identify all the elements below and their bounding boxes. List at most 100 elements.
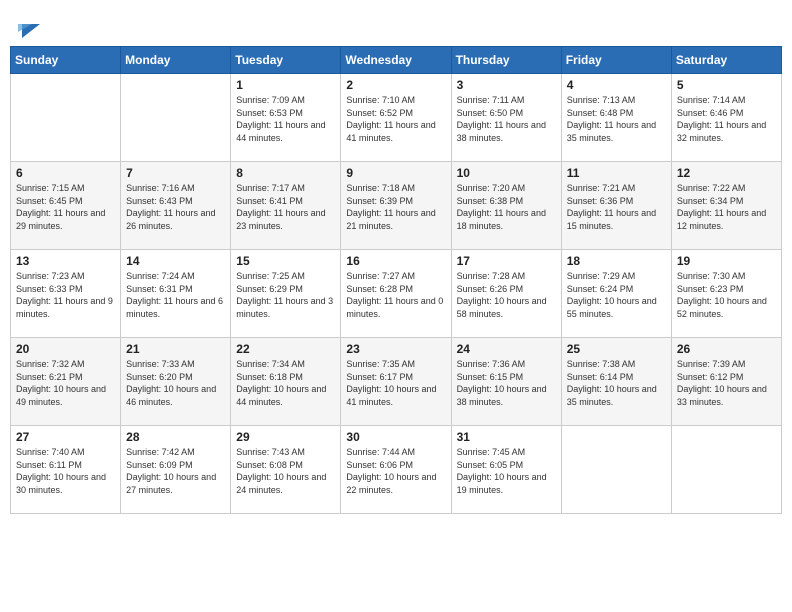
- day-detail: Sunrise: 7:25 AMSunset: 6:29 PMDaylight:…: [236, 270, 335, 320]
- calendar-cell: 7 Sunrise: 7:16 AMSunset: 6:43 PMDaylight…: [121, 162, 231, 250]
- day-detail: Sunrise: 7:09 AMSunset: 6:53 PMDaylight:…: [236, 94, 335, 144]
- day-number: 23: [346, 342, 445, 356]
- calendar-cell: 4 Sunrise: 7:13 AMSunset: 6:48 PMDaylight…: [561, 74, 671, 162]
- day-number: 15: [236, 254, 335, 268]
- calendar-cell: 15 Sunrise: 7:25 AMSunset: 6:29 PMDayligh…: [231, 250, 341, 338]
- calendar-cell: 22 Sunrise: 7:34 AMSunset: 6:18 PMDayligh…: [231, 338, 341, 426]
- weekday-header-row: SundayMondayTuesdayWednesdayThursdayFrid…: [11, 47, 782, 74]
- calendar-cell: 10 Sunrise: 7:20 AMSunset: 6:38 PMDayligh…: [451, 162, 561, 250]
- day-number: 17: [457, 254, 556, 268]
- day-number: 29: [236, 430, 335, 444]
- calendar-cell: 8 Sunrise: 7:17 AMSunset: 6:41 PMDaylight…: [231, 162, 341, 250]
- day-number: 18: [567, 254, 666, 268]
- calendar-cell: 1Sunrise: 7:09 AMSunset: 6:53 PMDaylight…: [231, 74, 341, 162]
- calendar-cell: 2 Sunrise: 7:10 AMSunset: 6:52 PMDaylight…: [341, 74, 451, 162]
- day-detail: Sunrise: 7:32 AMSunset: 6:21 PMDaylight:…: [16, 358, 115, 408]
- calendar-cell: 24 Sunrise: 7:36 AMSunset: 6:15 PMDayligh…: [451, 338, 561, 426]
- day-number: 5: [677, 78, 776, 92]
- calendar-week-row: 1Sunrise: 7:09 AMSunset: 6:53 PMDaylight…: [11, 74, 782, 162]
- day-detail: Sunrise: 7:20 AMSunset: 6:38 PMDaylight:…: [457, 182, 556, 232]
- calendar-cell: [11, 74, 121, 162]
- calendar-cell: 28 Sunrise: 7:42 AMSunset: 6:09 PMDayligh…: [121, 426, 231, 514]
- calendar-table: SundayMondayTuesdayWednesdayThursdayFrid…: [10, 46, 782, 514]
- calendar-cell: 16Sunrise: 7:27 AMSunset: 6:28 PMDayligh…: [341, 250, 451, 338]
- calendar-cell: [561, 426, 671, 514]
- day-number: 25: [567, 342, 666, 356]
- logo-icon: [18, 10, 40, 38]
- calendar-cell: 5 Sunrise: 7:14 AMSunset: 6:46 PMDaylight…: [671, 74, 781, 162]
- day-number: 3: [457, 78, 556, 92]
- day-detail: Sunrise: 7:36 AMSunset: 6:15 PMDaylight:…: [457, 358, 556, 408]
- calendar-week-row: 6Sunrise: 7:15 AMSunset: 6:45 PMDaylight…: [11, 162, 782, 250]
- day-detail: Sunrise: 7:15 AMSunset: 6:45 PMDaylight:…: [16, 182, 115, 232]
- weekday-header-saturday: Saturday: [671, 47, 781, 74]
- weekday-header-tuesday: Tuesday: [231, 47, 341, 74]
- day-number: 30: [346, 430, 445, 444]
- day-detail: Sunrise: 7:30 AMSunset: 6:23 PMDaylight:…: [677, 270, 776, 320]
- weekday-header-thursday: Thursday: [451, 47, 561, 74]
- calendar-cell: 12 Sunrise: 7:22 AMSunset: 6:34 PMDayligh…: [671, 162, 781, 250]
- calendar-cell: 19Sunrise: 7:30 AMSunset: 6:23 PMDayligh…: [671, 250, 781, 338]
- day-number: 22: [236, 342, 335, 356]
- day-detail: Sunrise: 7:16 AMSunset: 6:43 PMDaylight:…: [126, 182, 225, 232]
- day-number: 26: [677, 342, 776, 356]
- day-number: 27: [16, 430, 115, 444]
- day-detail: Sunrise: 7:42 AMSunset: 6:09 PMDaylight:…: [126, 446, 225, 496]
- day-number: 13: [16, 254, 115, 268]
- day-detail: Sunrise: 7:35 AMSunset: 6:17 PMDaylight:…: [346, 358, 445, 408]
- day-detail: Sunrise: 7:21 AMSunset: 6:36 PMDaylight:…: [567, 182, 666, 232]
- day-detail: Sunrise: 7:10 AMSunset: 6:52 PMDaylight:…: [346, 94, 445, 144]
- logo: [14, 14, 40, 38]
- calendar-cell: 25 Sunrise: 7:38 AMSunset: 6:14 PMDayligh…: [561, 338, 671, 426]
- day-number: 10: [457, 166, 556, 180]
- weekday-header-wednesday: Wednesday: [341, 47, 451, 74]
- day-number: 28: [126, 430, 225, 444]
- calendar-cell: 18Sunrise: 7:29 AMSunset: 6:24 PMDayligh…: [561, 250, 671, 338]
- day-detail: Sunrise: 7:40 AMSunset: 6:11 PMDaylight:…: [16, 446, 115, 496]
- day-number: 20: [16, 342, 115, 356]
- calendar-cell: 31 Sunrise: 7:45 AMSunset: 6:05 PMDayligh…: [451, 426, 561, 514]
- day-number: 11: [567, 166, 666, 180]
- calendar-cell: 26 Sunrise: 7:39 AMSunset: 6:12 PMDayligh…: [671, 338, 781, 426]
- day-detail: Sunrise: 7:18 AMSunset: 6:39 PMDaylight:…: [346, 182, 445, 232]
- day-detail: Sunrise: 7:22 AMSunset: 6:34 PMDaylight:…: [677, 182, 776, 232]
- day-detail: Sunrise: 7:14 AMSunset: 6:46 PMDaylight:…: [677, 94, 776, 144]
- day-detail: Sunrise: 7:33 AMSunset: 6:20 PMDaylight:…: [126, 358, 225, 408]
- calendar-cell: 9 Sunrise: 7:18 AMSunset: 6:39 PMDaylight…: [341, 162, 451, 250]
- day-number: 24: [457, 342, 556, 356]
- day-detail: Sunrise: 7:17 AMSunset: 6:41 PMDaylight:…: [236, 182, 335, 232]
- day-number: 2: [346, 78, 445, 92]
- day-number: 4: [567, 78, 666, 92]
- day-number: 8: [236, 166, 335, 180]
- day-detail: Sunrise: 7:43 AMSunset: 6:08 PMDaylight:…: [236, 446, 335, 496]
- day-detail: Sunrise: 7:34 AMSunset: 6:18 PMDaylight:…: [236, 358, 335, 408]
- weekday-header-friday: Friday: [561, 47, 671, 74]
- day-detail: Sunrise: 7:11 AMSunset: 6:50 PMDaylight:…: [457, 94, 556, 144]
- day-number: 7: [126, 166, 225, 180]
- weekday-header-monday: Monday: [121, 47, 231, 74]
- day-number: 21: [126, 342, 225, 356]
- day-number: 14: [126, 254, 225, 268]
- calendar-cell: 3 Sunrise: 7:11 AMSunset: 6:50 PMDaylight…: [451, 74, 561, 162]
- calendar-cell: 14 Sunrise: 7:24 AMSunset: 6:31 PMDayligh…: [121, 250, 231, 338]
- calendar-cell: [671, 426, 781, 514]
- day-number: 9: [346, 166, 445, 180]
- day-number: 31: [457, 430, 556, 444]
- calendar-cell: 27 Sunrise: 7:40 AMSunset: 6:11 PMDayligh…: [11, 426, 121, 514]
- day-detail: Sunrise: 7:38 AMSunset: 6:14 PMDaylight:…: [567, 358, 666, 408]
- day-detail: Sunrise: 7:39 AMSunset: 6:12 PMDaylight:…: [677, 358, 776, 408]
- calendar-body: 1Sunrise: 7:09 AMSunset: 6:53 PMDaylight…: [11, 74, 782, 514]
- calendar-cell: 6Sunrise: 7:15 AMSunset: 6:45 PMDaylight…: [11, 162, 121, 250]
- day-detail: Sunrise: 7:24 AMSunset: 6:31 PMDaylight:…: [126, 270, 225, 320]
- calendar-cell: 20 Sunrise: 7:32 AMSunset: 6:21 PMDayligh…: [11, 338, 121, 426]
- weekday-header-sunday: Sunday: [11, 47, 121, 74]
- day-detail: Sunrise: 7:13 AMSunset: 6:48 PMDaylight:…: [567, 94, 666, 144]
- day-detail: Sunrise: 7:23 AMSunset: 6:33 PMDaylight:…: [16, 270, 115, 320]
- calendar-week-row: 20 Sunrise: 7:32 AMSunset: 6:21 PMDayligh…: [11, 338, 782, 426]
- day-detail: Sunrise: 7:45 AMSunset: 6:05 PMDaylight:…: [457, 446, 556, 496]
- calendar-cell: 29 Sunrise: 7:43 AMSunset: 6:08 PMDayligh…: [231, 426, 341, 514]
- day-number: 12: [677, 166, 776, 180]
- day-detail: Sunrise: 7:28 AMSunset: 6:26 PMDaylight:…: [457, 270, 556, 320]
- calendar-week-row: 13 Sunrise: 7:23 AMSunset: 6:33 PMDayligh…: [11, 250, 782, 338]
- day-detail: Sunrise: 7:27 AMSunset: 6:28 PMDaylight:…: [346, 270, 445, 320]
